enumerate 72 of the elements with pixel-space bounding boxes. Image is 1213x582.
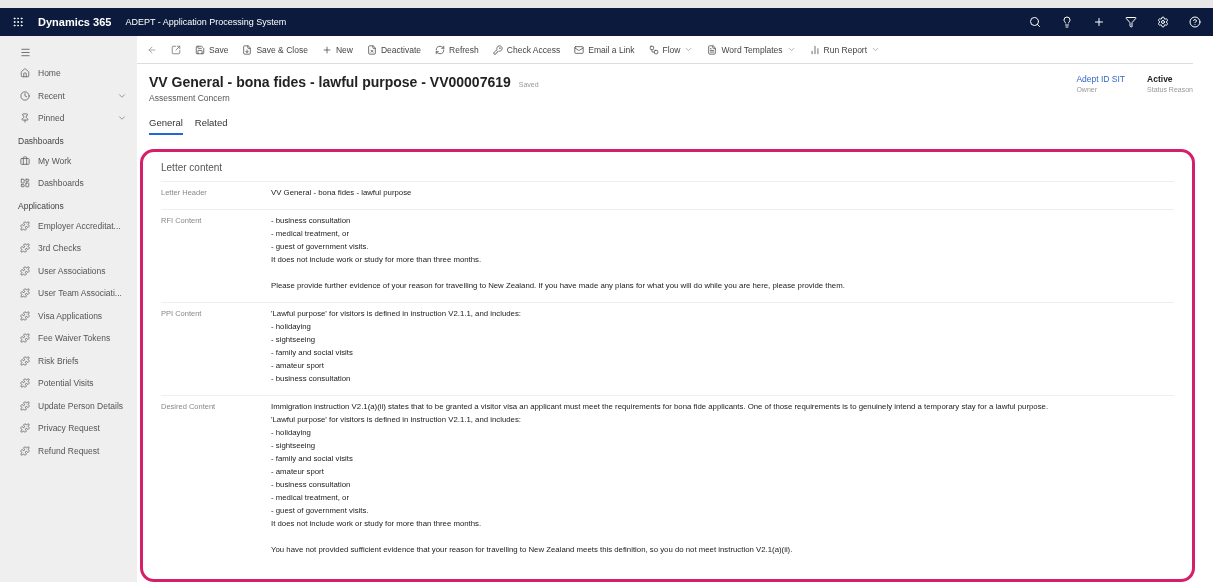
lightbulb-icon[interactable] [1061, 16, 1073, 28]
header-value: Active [1147, 74, 1174, 84]
puzzle-icon [20, 243, 30, 254]
section-title: Letter content [161, 162, 224, 173]
nav-item[interactable]: Home [0, 62, 137, 85]
nav-item[interactable]: Dashboards [0, 172, 137, 195]
toolbar-button[interactable]: Flow [648, 42, 694, 57]
group-title: Dashboards [17, 134, 65, 148]
toolbar-button[interactable]: Deactivate [366, 42, 422, 57]
puzzle-icon [20, 400, 30, 411]
document-icon [366, 44, 377, 55]
search-icon[interactable] [1029, 16, 1041, 28]
flow-icon [648, 44, 659, 55]
save-icon [195, 44, 205, 55]
filter-icon[interactable] [1125, 16, 1137, 28]
toolbar-button[interactable]: Run Report [809, 42, 881, 57]
plus-icon [321, 44, 332, 55]
toolbar-button[interactable]: Email a Link [574, 42, 635, 57]
refresh-icon [435, 44, 446, 55]
save-icon [242, 44, 253, 55]
popout-icon[interactable] [171, 44, 181, 55]
nav-item[interactable]: User Team Associati... [0, 282, 137, 305]
nav-item[interactable]: Employer Accreditat... [0, 214, 137, 237]
toolbar-button[interactable]: Refresh [435, 42, 479, 57]
puzzle-icon [20, 423, 30, 434]
dashboard-icon [20, 178, 30, 189]
toolbar-button[interactable]: Save [195, 42, 229, 57]
toolbar-button[interactable]: Check Access [492, 42, 561, 57]
record-title: VV General - bona fides - lawful purpose - VV00007619 [149, 74, 511, 90]
brand-name: Dynamics 365 [38, 16, 112, 28]
nav-item[interactable]: My Work [0, 149, 137, 172]
toolbar-button[interactable]: Word Templates [707, 42, 796, 57]
plus-icon[interactable] [1093, 16, 1105, 28]
puzzle-icon [20, 445, 30, 456]
puzzle-icon [20, 220, 30, 231]
nav-item[interactable]: Pinned [0, 107, 137, 130]
puzzle-icon [20, 333, 30, 344]
puzzle-icon [20, 265, 30, 276]
briefcase-icon [20, 155, 30, 166]
nav-item[interactable]: Privacy Request [0, 417, 137, 440]
puzzle-icon [20, 355, 30, 366]
clock-icon [20, 90, 30, 101]
nav-item[interactable]: Refund Request [0, 439, 137, 462]
nav-item[interactable]: Visa Applications [0, 304, 137, 327]
menu-icon[interactable] [20, 46, 31, 58]
key-icon [492, 44, 503, 55]
toolbar-button[interactable]: Save & Close [242, 42, 308, 57]
app-name: ADEPT - Application Processing System [125, 17, 287, 27]
settings-icon[interactable] [1157, 16, 1169, 28]
entity-name: Assessment Concern [149, 93, 231, 103]
puzzle-icon [20, 378, 30, 389]
tab[interactable]: General [149, 117, 183, 135]
nav-item[interactable]: Update Person Details [0, 394, 137, 417]
nav-item[interactable]: Fee Waiver Tokens [0, 327, 137, 350]
toolbar-button[interactable]: New [321, 42, 353, 57]
chart-icon [809, 44, 820, 55]
tab[interactable]: Related [194, 117, 228, 135]
document-icon [707, 44, 718, 55]
puzzle-icon [20, 288, 30, 299]
mail-icon [574, 44, 585, 55]
nav-item[interactable]: 3rd Checks [0, 237, 137, 260]
nav-item[interactable]: User Associations [0, 259, 137, 282]
owner-link[interactable]: Adept ID SIT [1076, 74, 1126, 84]
help-icon[interactable] [1189, 16, 1201, 28]
group-title: Applications [17, 199, 65, 213]
puzzle-icon [20, 310, 30, 321]
nav-item[interactable]: Potential Visits [0, 372, 137, 395]
nav-item[interactable]: Risk Briefs [0, 349, 137, 372]
app-launcher-icon[interactable] [12, 16, 24, 28]
pin-icon [20, 113, 30, 124]
home-icon [20, 68, 30, 79]
nav-item[interactable]: Recent [0, 84, 137, 107]
